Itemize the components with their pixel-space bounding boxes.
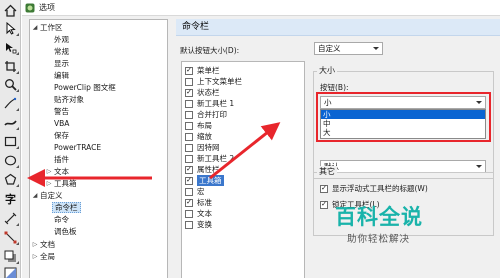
toolbar-checklist[interactable]: 菜单栏 上下文菜单栏 状态栏 新工具栏 1 合并打印 布局 缩放 因特网 新工具… [181,61,305,278]
checkbox[interactable] [185,121,193,130]
default-button-size-select[interactable]: 自定义 [314,42,383,55]
chevron-down-icon [476,165,482,168]
expand-icon[interactable]: ▷ [32,251,38,262]
watermark-subtitle: 助你轻松解决 [347,234,411,245]
checkbox[interactable] [185,143,193,152]
zoom-tool-icon[interactable] [2,76,19,93]
default-button-size-value: 自定义 [318,44,341,53]
tree-item-text[interactable]: 文本 [54,166,69,177]
watermark: 百科全说 助你轻松解决 [335,201,485,251]
toolbar-item-standard[interactable]: 标准 [185,197,212,208]
tree-item-powertrace[interactable]: PowerTRACE [54,142,101,153]
checkbox[interactable] [185,110,193,119]
tree-item-toolbox[interactable]: 工具箱 [54,178,77,189]
panel-title: 命令栏 [176,19,500,36]
toolbar-item-new-toolbar-2[interactable]: 新工具栏 2 [185,153,234,164]
checkbox[interactable] [185,88,193,97]
tree-item-color-palette[interactable]: 调色板 [54,226,77,237]
tree-item-save[interactable]: 保存 [54,130,69,141]
tree-item-general[interactable]: 常规 [54,46,69,57]
checkbox[interactable] [185,99,193,108]
toolbox: 字 [0,0,21,278]
polygon-tool-icon[interactable] [2,171,19,188]
toolbar-item-internet[interactable]: 因特网 [185,142,220,153]
toolbar-item-toolbox[interactable]: 工具箱 [185,175,224,186]
checkbox[interactable] [185,176,193,185]
app-icon [25,3,35,12]
expand-icon[interactable]: ▷ [46,166,52,177]
size-group: 大小 按钮(B): 小 小 中 大 默认 [313,65,494,179]
tree-item-plugins[interactable]: 插件 [54,154,69,165]
checkbox[interactable] [185,198,193,207]
tree-item-powerclip[interactable]: PowerClip 图文框 [54,82,116,93]
parallel-dimension-icon[interactable] [2,210,19,227]
checkbox[interactable] [185,66,193,75]
text-tool-icon[interactable]: 字 [2,190,19,207]
home-icon[interactable] [2,2,19,19]
tree-item-workspace[interactable]: 工作区 [40,22,63,33]
expand-icon[interactable]: ▷ [32,239,38,250]
other-group-title: 其它 [317,166,337,177]
checkbox[interactable] [185,154,193,163]
toolbar-item-transform[interactable]: 变换 [185,219,212,230]
checkbox[interactable] [185,77,193,86]
show-floating-toolbar-title-label: 显示浮动式工具栏的标题(W) [332,184,428,193]
dialog-title: 选项 [39,3,55,12]
collapse-icon[interactable]: ◢ [32,190,38,201]
collapse-icon[interactable]: ◢ [32,22,38,33]
connector-tool-icon[interactable] [2,229,19,246]
tree-item-appearance[interactable]: 外观 [54,34,69,45]
toolbar-item-print-merge[interactable]: 合并打印 [185,109,227,120]
toolbar-item-menu-bar[interactable]: 菜单栏 [185,65,220,76]
dialog-titlebar: 选项 [22,0,500,16]
toolbar-item-text[interactable]: 文本 [185,208,212,219]
toolbar-item-zoom[interactable]: 缩放 [185,131,212,142]
shape-tool-icon[interactable] [2,39,19,56]
checkbox[interactable] [185,187,193,196]
checkbox[interactable] [185,165,193,174]
watermark-logo: 百科全说 [335,205,423,229]
annotation-highlight-box [316,92,491,142]
ellipse-tool-icon[interactable] [2,152,19,169]
tree-item-snap-to-objects[interactable]: 贴齐对象 [54,94,84,105]
checkbox[interactable] [320,200,328,209]
tree-item-customization[interactable]: 自定义 [40,190,63,201]
drop-shadow-icon[interactable] [2,248,19,265]
tree-item-display[interactable]: 显示 [54,58,69,69]
artistic-media-icon[interactable] [2,114,19,131]
toolbar-item-layout[interactable]: 布局 [185,120,212,131]
tree-item-vba[interactable]: VBA [54,118,69,129]
pick-tool-icon[interactable] [2,20,19,37]
category-tree[interactable]: ◢ 工作区 外观 常规 显示 编辑 PowerClip 图文框 贴齐对象 警告 … [29,19,168,278]
crop-tool-icon[interactable] [2,58,19,75]
tree-item-edit[interactable]: 编辑 [54,70,69,81]
checkbox[interactable] [185,132,193,141]
rectangle-tool-icon[interactable] [2,133,19,150]
toolbar-item-macros[interactable]: 宏 [185,186,205,197]
checkbox[interactable] [185,220,193,229]
tree-item-command-bars[interactable]: 命令栏 [52,202,81,213]
transparency-icon[interactable] [2,265,19,278]
tree-item-global[interactable]: 全局 [40,251,55,262]
toolbar-item-property-bar[interactable]: 属性栏 [185,164,220,175]
toolbar-item-new-toolbar-1[interactable]: 新工具栏 1 [185,98,234,109]
expand-icon[interactable]: ▷ [46,178,52,189]
checkbox[interactable] [185,209,193,218]
tree-item-commands[interactable]: 命令 [54,214,69,225]
toolbar-item-context-menu-bar[interactable]: 上下文菜单栏 [185,76,242,87]
chevron-down-icon [373,47,379,50]
freehand-tool-icon[interactable] [2,95,19,112]
tree-item-warnings[interactable]: 警告 [54,106,69,117]
default-button-size-label: 默认按钮大小(D): [180,46,240,55]
show-floating-toolbar-title-option[interactable]: 显示浮动式工具栏的标题(W) [320,183,428,194]
tree-item-document[interactable]: 文档 [40,239,55,250]
checkbox[interactable] [320,184,328,193]
size-group-title: 大小 [317,65,337,76]
toolbar-item-status-bar[interactable]: 状态栏 [185,87,220,98]
